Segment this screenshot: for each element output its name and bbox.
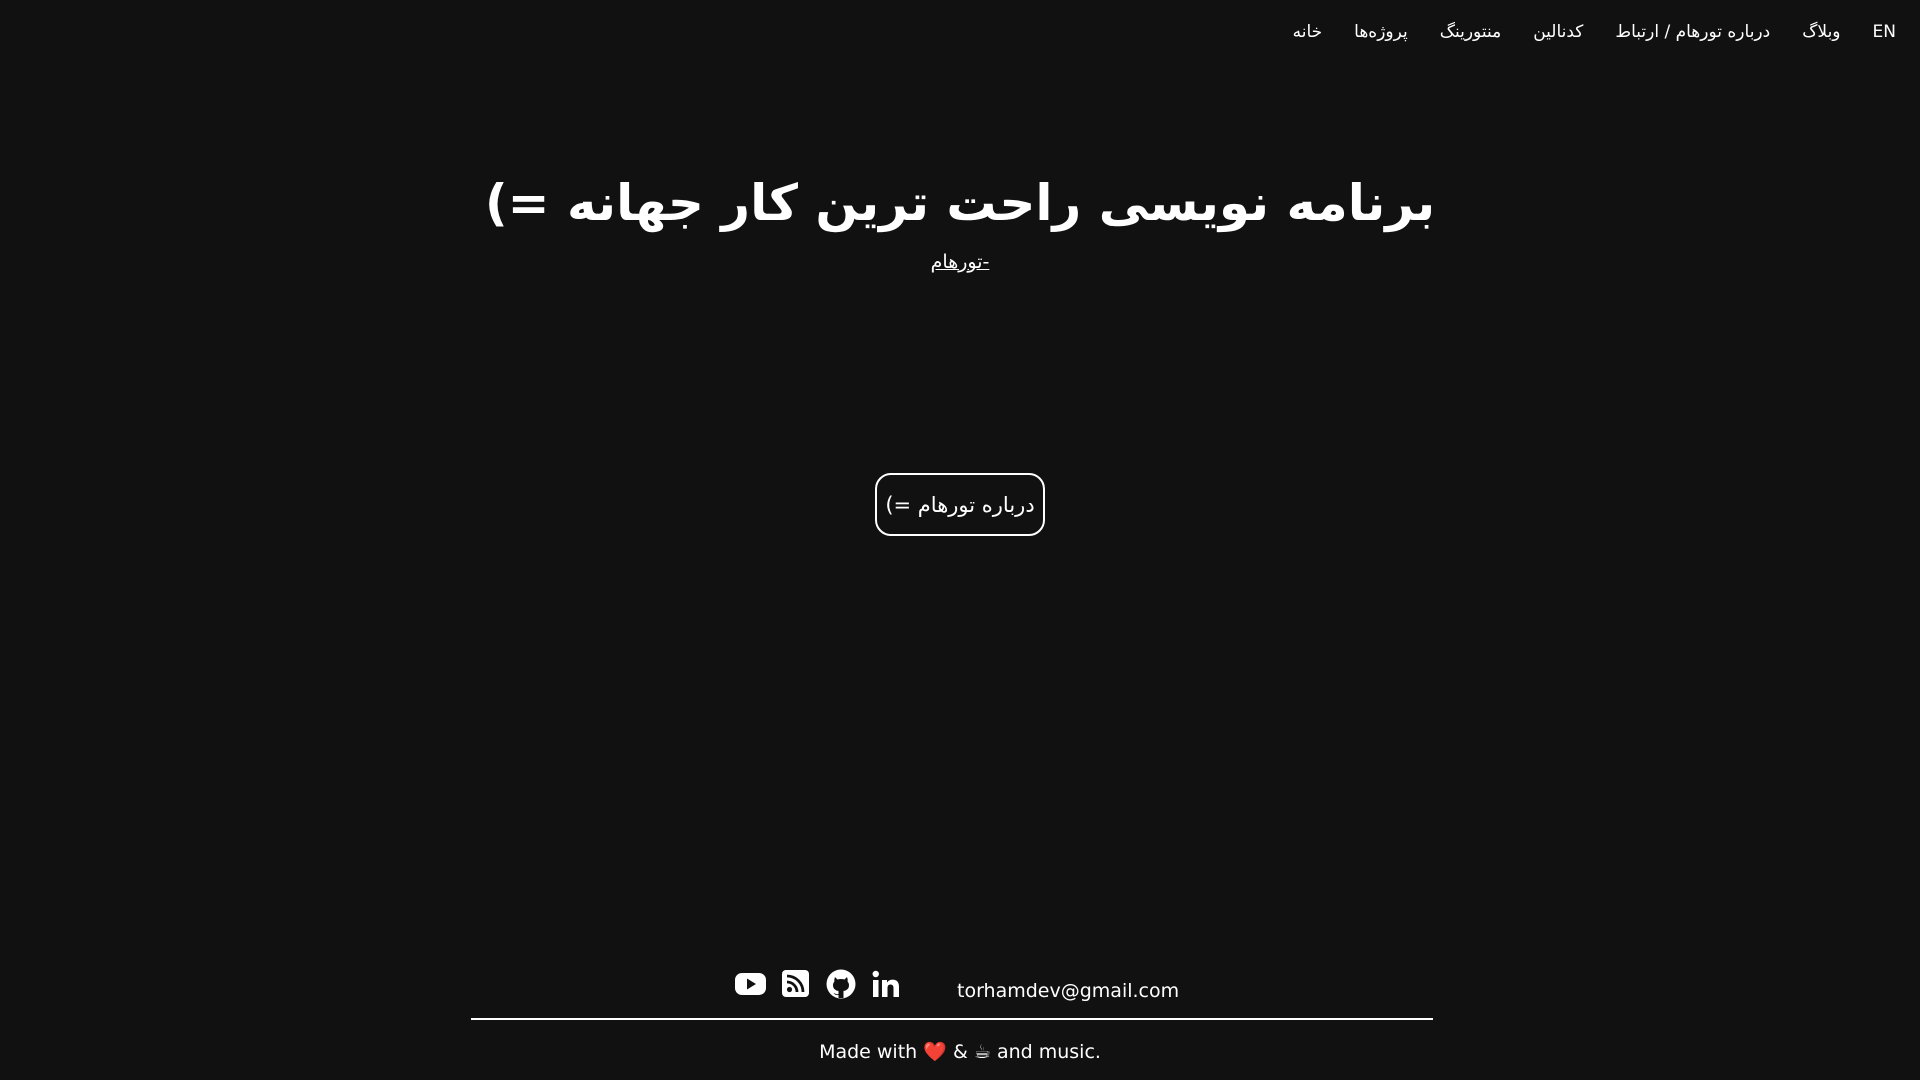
nav-link-home[interactable]: خانه: [1293, 22, 1323, 42]
made-with-prefix: Made with: [819, 1041, 918, 1063]
footer-divider: [471, 1018, 1433, 1020]
social-links: [735, 968, 901, 999]
nav-link-blog[interactable]: وبلاگ: [1802, 22, 1840, 42]
nav-link-about-contact[interactable]: درباره تورهام / ارتباط: [1615, 22, 1770, 42]
nav-link-mentoring[interactable]: منتورینگ: [1440, 22, 1501, 42]
page: خانه پروژه‌ها منتورینگ کدنالین درباره تو…: [0, 0, 1920, 1080]
rss-icon[interactable]: [780, 968, 811, 999]
linkedin-icon[interactable]: [870, 968, 901, 999]
about-button[interactable]: درباره تورهام =): [875, 473, 1045, 536]
nav-link-language-en[interactable]: EN: [1873, 22, 1896, 42]
top-navigation: خانه پروژه‌ها منتورینگ کدنالین درباره تو…: [1293, 22, 1896, 42]
github-icon[interactable]: [825, 968, 856, 999]
hero-signature-wrap: -تورهام: [0, 251, 1920, 273]
made-with-suffix: and music.: [996, 1041, 1101, 1063]
made-with-credit: Made with ❤️ & ☕ and music.: [0, 1040, 1920, 1063]
ampersand: &: [952, 1041, 968, 1063]
nav-link-codeline[interactable]: کدنالین: [1533, 22, 1583, 42]
contact-email-link[interactable]: torhamdev@gmail.com: [957, 980, 1179, 1002]
nav-link-projects[interactable]: پروژه‌ها: [1354, 22, 1408, 42]
youtube-icon[interactable]: [735, 968, 766, 999]
hero-signature-link[interactable]: -تورهام: [931, 251, 990, 273]
hero-title: برنامه نویسی راحت ترین کار جهانه =): [484, 174, 1436, 232]
heart-icon: ❤️: [923, 1041, 947, 1063]
coffee-icon: ☕: [973, 1041, 991, 1063]
